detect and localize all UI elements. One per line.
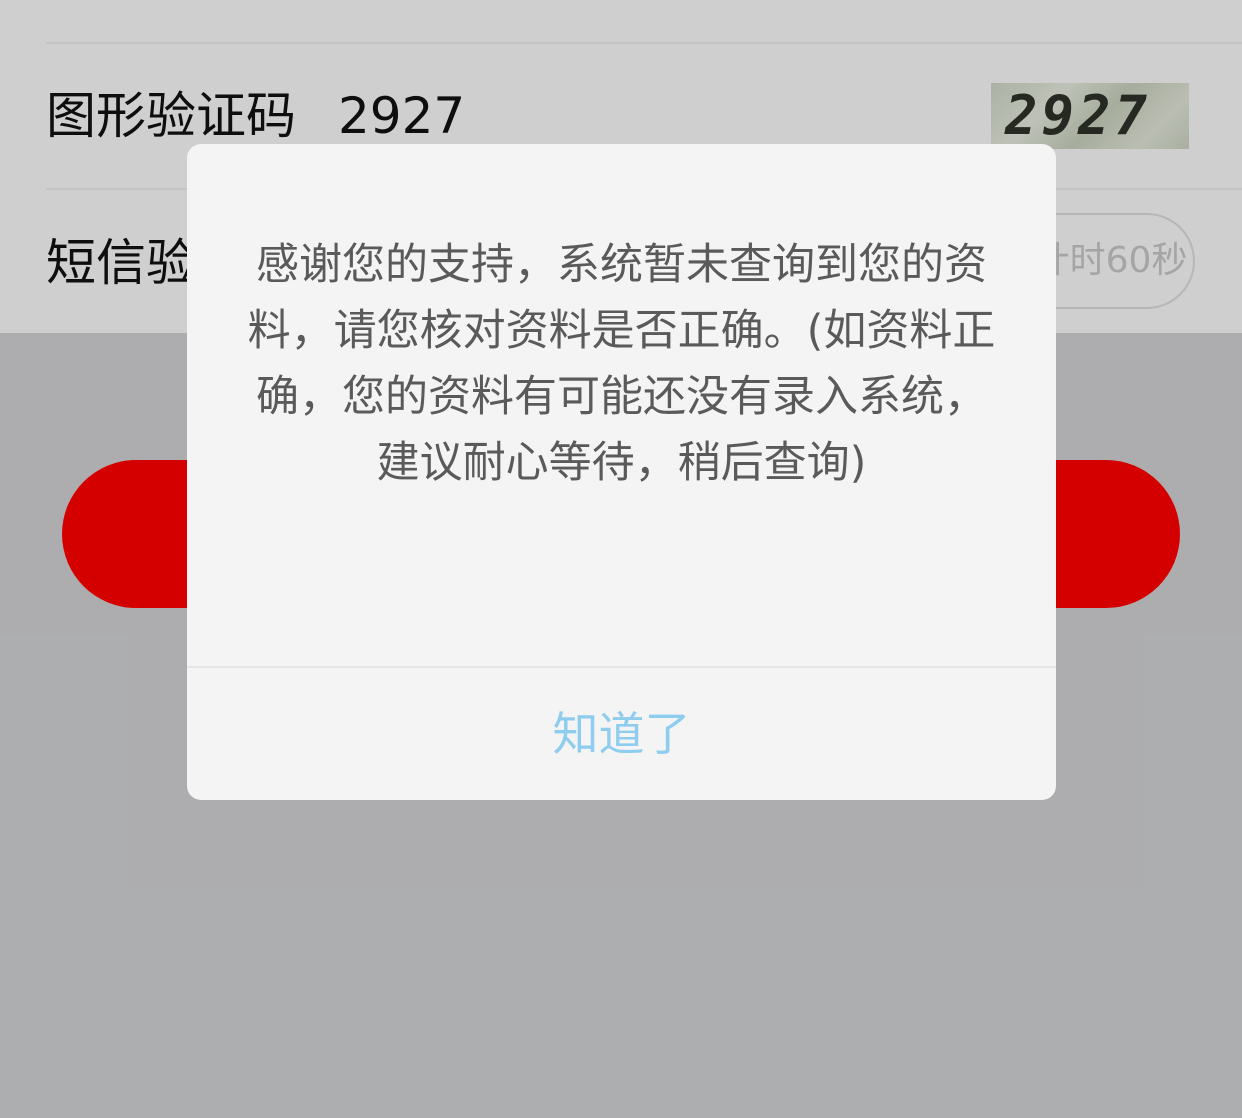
alert-dialog: 感谢您的支持，系统暂未查询到您的资料，请您核对资料是否正确。(如资料正确，您的资…	[187, 144, 1056, 800]
dialog-confirm-button[interactable]: 知道了	[187, 668, 1056, 800]
dialog-message: 感谢您的支持，系统暂未查询到您的资料，请您核对资料是否正确。(如资料正确，您的资…	[247, 240, 996, 488]
